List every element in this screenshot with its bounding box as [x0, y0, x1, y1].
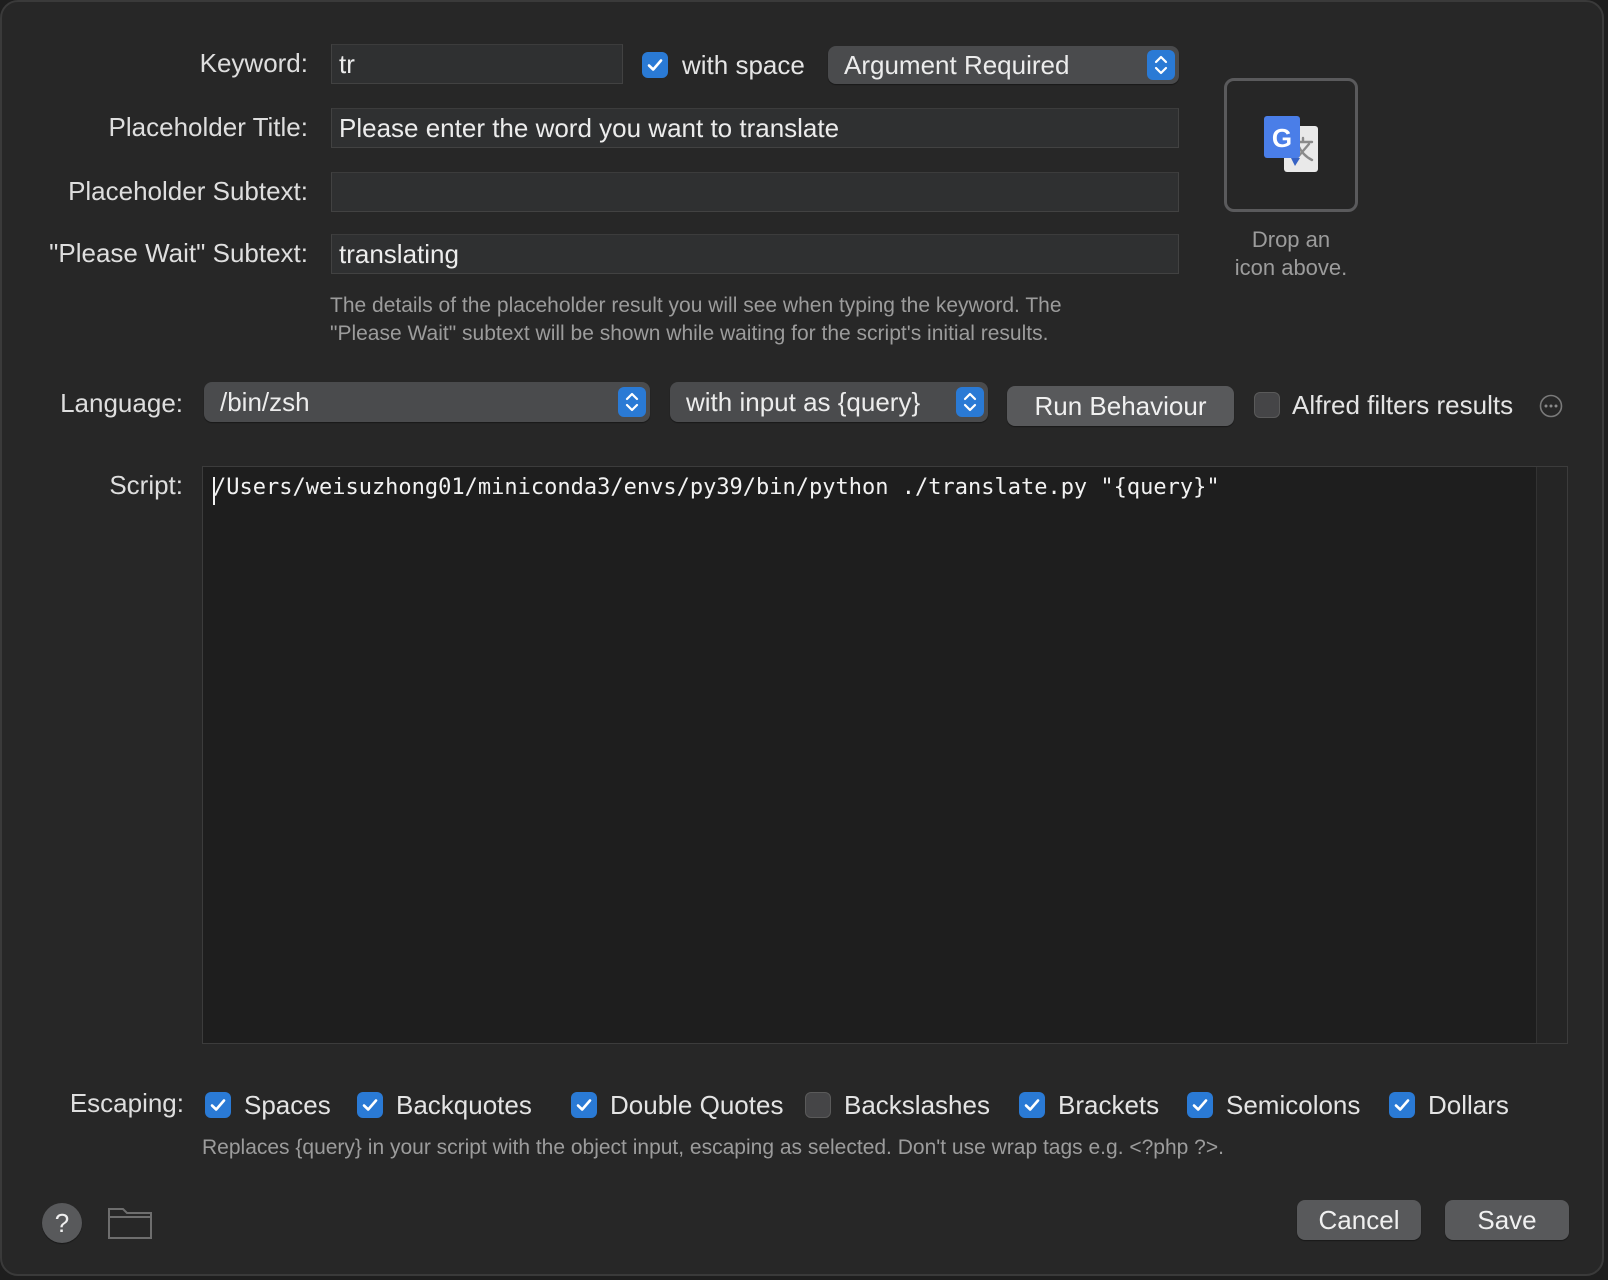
- escape-spaces-label: Spaces: [244, 1090, 331, 1120]
- checkmark-icon: [1192, 1099, 1208, 1111]
- argument-mode-popup[interactable]: Argument Required: [828, 46, 1179, 84]
- run-behaviour-button[interactable]: Run Behaviour: [1007, 386, 1234, 426]
- script-filter-dialog: Keyword: tr with space Argument Required…: [0, 0, 1604, 1276]
- icon-caption-line1: Drop an: [1251, 227, 1331, 252]
- please-wait-input[interactable]: translating: [331, 234, 1179, 274]
- popup-stepper-icon: [1147, 50, 1175, 80]
- escaping-hint: Replaces {query} in your script with the…: [202, 1136, 1224, 1159]
- checkmark-icon: [576, 1099, 592, 1111]
- input-mode-value: with input as {query}: [686, 386, 921, 417]
- language-popup[interactable]: /bin/zsh: [204, 382, 650, 422]
- escape-dollars-label: Dollars: [1428, 1090, 1509, 1120]
- checkmark-icon: [647, 59, 663, 71]
- escape-double-quotes-checkbox[interactable]: [571, 1092, 597, 1118]
- more-options-icon[interactable]: [1539, 394, 1563, 418]
- language-label: Language:: [60, 388, 183, 418]
- keyword-label: Keyword:: [199, 48, 308, 78]
- checkmark-icon: [1394, 1099, 1410, 1111]
- checkmark-icon: [1024, 1099, 1040, 1111]
- help-icon: ?: [54, 1207, 70, 1238]
- script-scrollbar[interactable]: [1536, 467, 1567, 1043]
- escape-backquotes-checkbox[interactable]: [357, 1092, 383, 1118]
- placeholder-subtext-input[interactable]: [331, 172, 1179, 212]
- placeholder-title-input[interactable]: Please enter the word you want to transl…: [331, 108, 1179, 148]
- placeholder-title-label: Placeholder Title:: [108, 112, 308, 142]
- escape-dollars-checkbox[interactable]: [1389, 1092, 1415, 1118]
- help-button[interactable]: ?: [42, 1203, 82, 1243]
- checkmark-icon: [362, 1099, 378, 1111]
- please-wait-label: "Please Wait" Subtext:: [49, 238, 308, 268]
- alfred-filters-label: Alfred filters results: [1292, 390, 1514, 420]
- escape-brackets-checkbox[interactable]: [1019, 1092, 1045, 1118]
- save-button[interactable]: Save: [1445, 1200, 1569, 1240]
- escape-backslashes-label: Backslashes: [844, 1090, 990, 1120]
- folder-icon[interactable]: [107, 1204, 153, 1240]
- google-translate-icon: G: [1264, 116, 1318, 172]
- popup-stepper-icon: [618, 387, 646, 417]
- icon-caption-line2: icon above.: [1234, 255, 1348, 280]
- placeholder-subtext-label: Placeholder Subtext:: [68, 176, 308, 206]
- escape-brackets-label: Brackets: [1058, 1090, 1160, 1120]
- details-hint-line2: "Please Wait" subtext will be shown whil…: [330, 322, 1049, 345]
- with-space-label: with space: [682, 50, 805, 80]
- cancel-button[interactable]: Cancel: [1297, 1200, 1421, 1240]
- script-text[interactable]: /Users/weisuzhong01/miniconda3/envs/py39…: [213, 475, 1220, 500]
- text-caret: [213, 477, 215, 505]
- popup-stepper-icon: [956, 387, 984, 417]
- details-hint-line1: The details of the placeholder result yo…: [330, 294, 1062, 317]
- keyword-input[interactable]: tr: [331, 44, 623, 84]
- escape-spaces-checkbox[interactable]: [205, 1092, 231, 1118]
- escape-semicolons-checkbox[interactable]: [1187, 1092, 1213, 1118]
- escape-backslashes-checkbox[interactable]: [805, 1092, 831, 1118]
- language-value: /bin/zsh: [220, 386, 310, 417]
- escaping-label: Escaping:: [69, 1088, 184, 1118]
- svg-text:G: G: [1272, 123, 1292, 153]
- alfred-filters-checkbox[interactable]: [1254, 392, 1280, 418]
- script-editor[interactable]: /Users/weisuzhong01/miniconda3/envs/py39…: [202, 466, 1568, 1044]
- escape-double-quotes-label: Double Quotes: [610, 1090, 784, 1120]
- with-space-checkbox[interactable]: [642, 52, 668, 78]
- escape-backquotes-label: Backquotes: [396, 1090, 532, 1120]
- script-label: Script:: [109, 470, 183, 500]
- argument-mode-value: Argument Required: [844, 49, 1070, 80]
- escape-semicolons-label: Semicolons: [1226, 1090, 1361, 1120]
- icon-drop-well[interactable]: G: [1224, 78, 1358, 212]
- input-mode-popup[interactable]: with input as {query}: [670, 382, 988, 422]
- checkmark-icon: [210, 1099, 226, 1111]
